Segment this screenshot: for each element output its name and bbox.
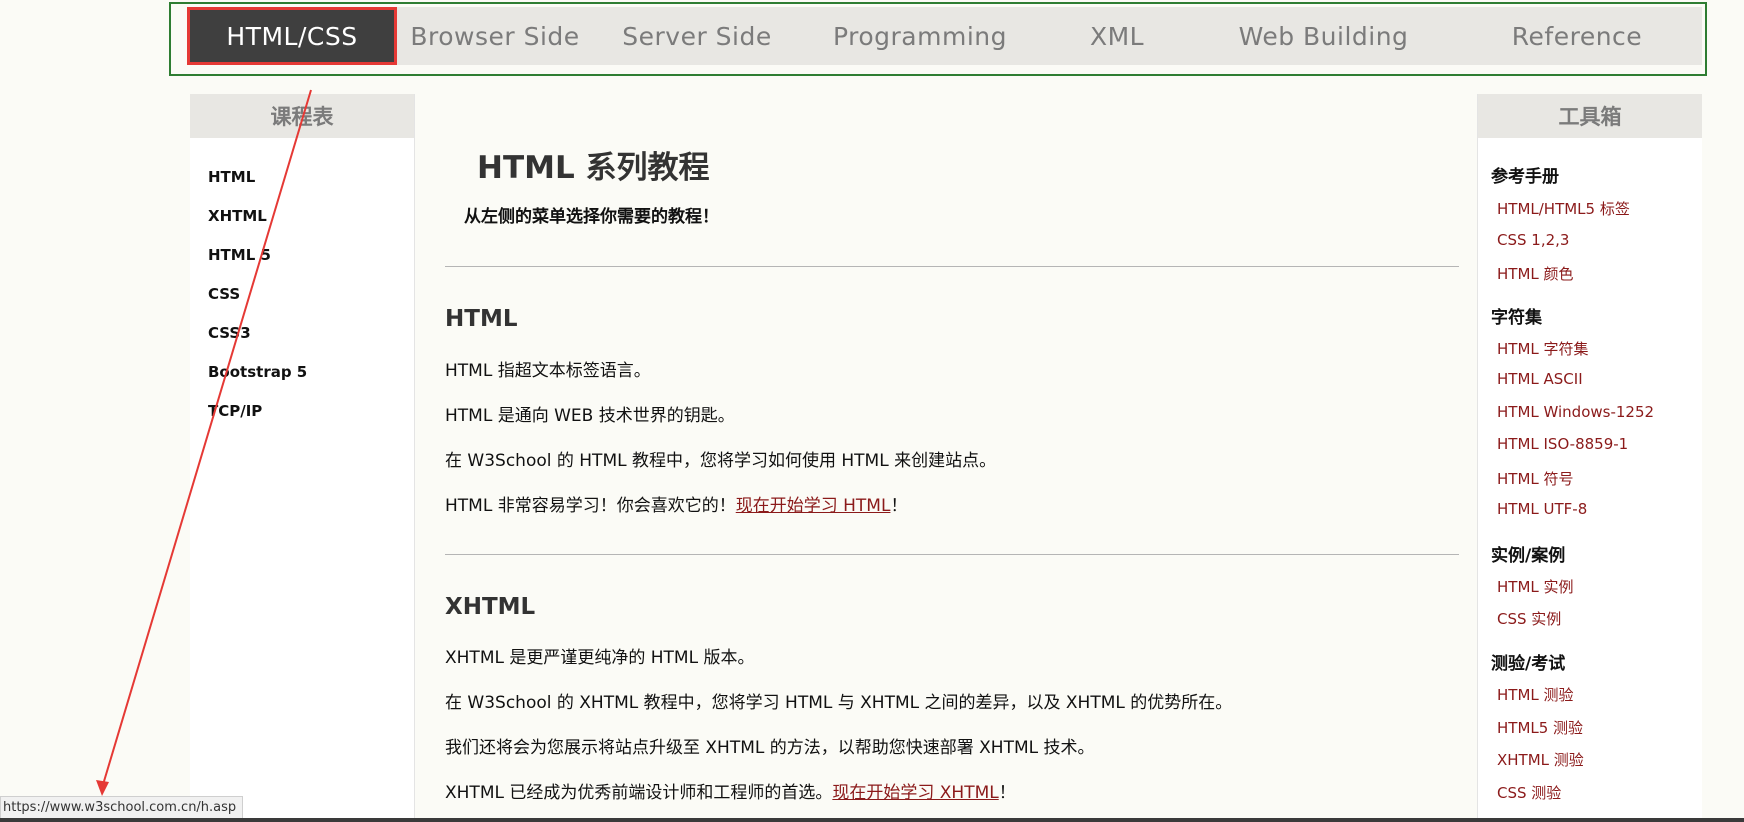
toolbox-title: 工具箱 <box>1478 94 1702 138</box>
toolbox-sidebar: 工具箱 参考手册 HTML/HTML5 标签 CSS 1,2,3 HTML 颜色… <box>1477 94 1702 822</box>
toolbox-group-title: 字符集 <box>1491 308 1542 328</box>
bottom-strip <box>0 818 1744 822</box>
section-paragraph: HTML 指超文本标签语言。 <box>445 361 651 381</box>
toolbox-link[interactable]: HTML ASCII <box>1497 370 1583 388</box>
nav-tab-server-side[interactable]: Server Side <box>593 7 801 65</box>
section-paragraph: HTML 是通向 WEB 技术世界的钥匙。 <box>445 406 735 426</box>
nav-tab-html-css[interactable]: HTML/CSS <box>187 7 397 65</box>
course-sidebar: 课程表 HTML XHTML HTML 5 CSS CSS3 Bootstrap… <box>190 94 415 822</box>
course-item-css[interactable]: CSS <box>208 275 414 314</box>
toolbox-group-title: 参考手册 <box>1491 167 1559 187</box>
section-paragraph: 在 W3School 的 HTML 教程中，您将学习如何使用 HTML 来创建站… <box>445 451 997 471</box>
toolbox-link[interactable]: XHTML 测验 <box>1497 749 1584 770</box>
course-sidebar-title: 课程表 <box>190 94 414 138</box>
section-heading-xhtml: XHTML <box>445 594 536 620</box>
top-navigation: HTML/CSS Browser Side Server Side Progra… <box>187 7 1702 65</box>
toolbox-link[interactable]: CSS 1,2,3 <box>1497 231 1569 249</box>
toolbox-link[interactable]: HTML 字符集 <box>1497 338 1589 359</box>
page-intro: 从左侧的菜单选择你需要的教程！ <box>464 207 719 227</box>
course-item-html5[interactable]: HTML 5 <box>208 236 414 275</box>
status-bar-url: https://www.w3school.com.cn/h.asp <box>0 796 244 820</box>
section-paragraph: XHTML 是更严谨更纯净的 HTML 版本。 <box>445 648 755 668</box>
toolbox-link[interactable]: HTML 测验 <box>1497 684 1574 705</box>
cta-suffix: ！ <box>890 496 908 516</box>
course-list: HTML XHTML HTML 5 CSS CSS3 Bootstrap 5 T… <box>190 138 414 431</box>
course-item-css3[interactable]: CSS3 <box>208 314 414 353</box>
nav-tab-browser-side[interactable]: Browser Side <box>397 7 593 65</box>
nav-tab-xml[interactable]: XML <box>1039 7 1195 65</box>
section-paragraph: 我们还将会为您展示将站点升级至 XHTML 的方法，以帮助您快速部署 XHTML… <box>445 738 1095 758</box>
nav-tab-reference[interactable]: Reference <box>1452 7 1702 65</box>
cta-suffix: ！ <box>998 783 1016 803</box>
toolbox-link[interactable]: HTML 符号 <box>1497 468 1574 489</box>
course-item-bootstrap5[interactable]: Bootstrap 5 <box>208 353 414 392</box>
section-paragraph: 在 W3School 的 XHTML 教程中，您将学习 HTML 与 XHTML… <box>445 693 1233 713</box>
divider <box>445 266 1459 267</box>
toolbox-link[interactable]: HTML 实例 <box>1497 576 1574 597</box>
course-item-html[interactable]: HTML <box>208 158 414 197</box>
toolbox-link[interactable]: HTML UTF-8 <box>1497 500 1587 518</box>
toolbox-link[interactable]: HTML/HTML5 标签 <box>1497 198 1630 219</box>
divider <box>445 554 1459 555</box>
toolbox-group-title: 实例/案例 <box>1491 546 1566 566</box>
toolbox-link[interactable]: HTML 颜色 <box>1497 263 1574 284</box>
toolbox-link[interactable]: CSS 测验 <box>1497 782 1561 803</box>
toolbox-link[interactable]: HTML Windows-1252 <box>1497 403 1654 421</box>
section-cta: HTML 非常容易学习！你会喜欢它的！现在开始学习 HTML！ <box>445 491 907 516</box>
course-item-xhtml[interactable]: XHTML <box>208 197 414 236</box>
toolbox-link[interactable]: HTML ISO-8859-1 <box>1497 435 1628 453</box>
toolbox-link[interactable]: CSS 实例 <box>1497 608 1561 629</box>
nav-tab-web-building[interactable]: Web Building <box>1195 7 1452 65</box>
course-item-tcpip[interactable]: TCP/IP <box>208 392 414 431</box>
toolbox-link[interactable]: HTML5 测验 <box>1497 717 1583 738</box>
start-learning-xhtml-link[interactable]: 现在开始学习 XHTML <box>832 783 998 803</box>
toolbox-group-title: 测验/考试 <box>1491 654 1566 674</box>
nav-tab-programming[interactable]: Programming <box>801 7 1039 65</box>
cta-text: HTML 非常容易学习！你会喜欢它的！ <box>445 496 736 516</box>
section-heading-html: HTML <box>445 306 518 332</box>
section-cta: XHTML 已经成为优秀前端设计师和工程师的首选。现在开始学习 XHTML！ <box>445 778 1016 803</box>
cta-text: XHTML 已经成为优秀前端设计师和工程师的首选。 <box>445 783 833 803</box>
page-title: HTML 系列教程 <box>477 150 710 186</box>
start-learning-html-link[interactable]: 现在开始学习 HTML <box>736 496 891 516</box>
